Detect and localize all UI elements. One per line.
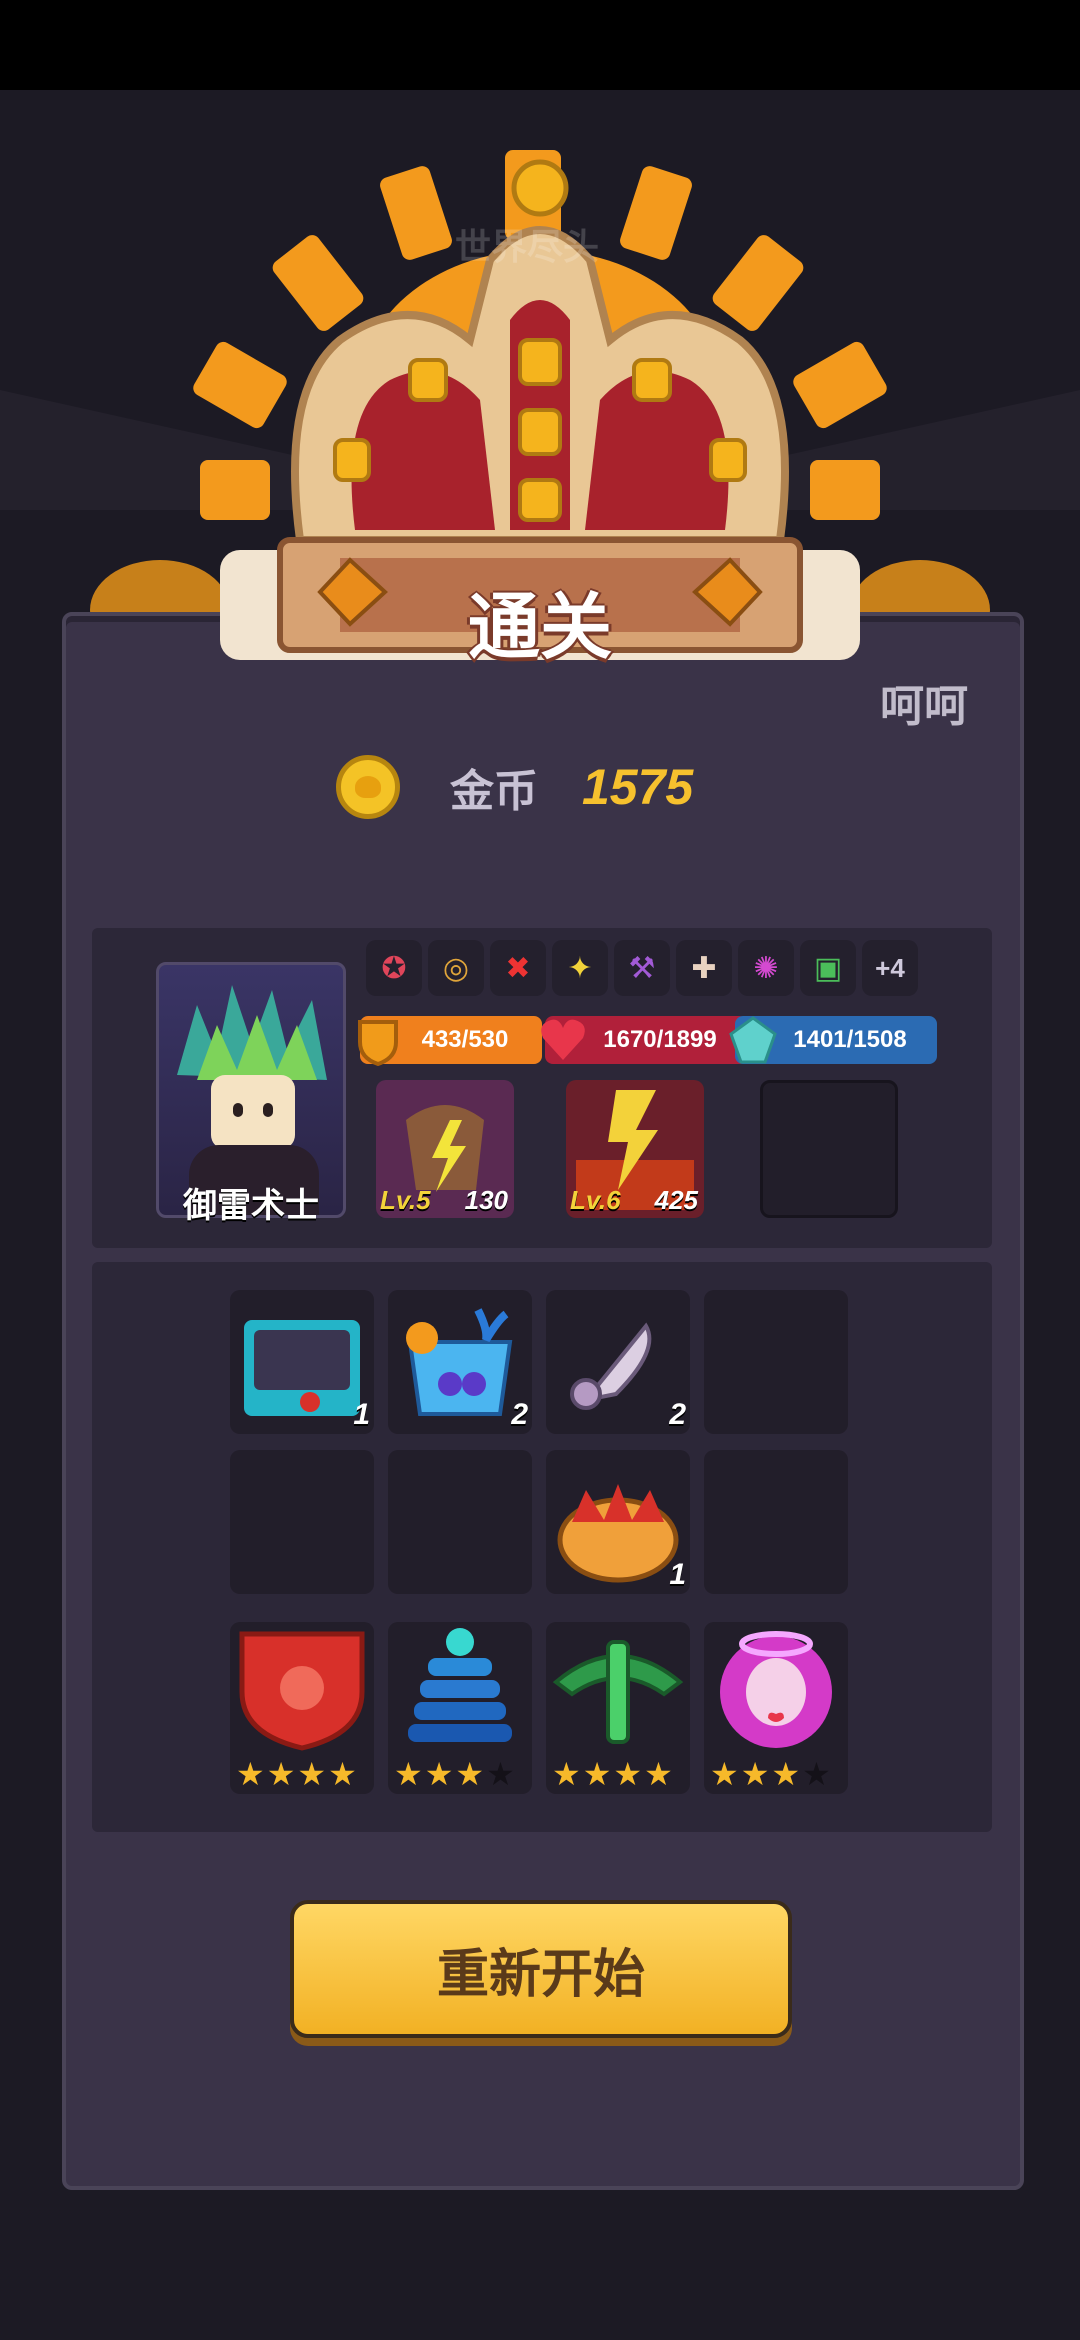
- skill-level: Lv.6: [570, 1185, 621, 1215]
- blue-tower-icon: [408, 1628, 512, 1742]
- coin-icon: [336, 755, 400, 819]
- heart-icon: [541, 1019, 585, 1060]
- relic-3[interactable]: ★ ★ ★ ★: [546, 1622, 690, 1794]
- cross-shield-buff-icon[interactable]: ✖: [490, 940, 546, 996]
- restart-button[interactable]: 重新开始: [290, 1900, 792, 2038]
- star-filled-icon: ★: [236, 1756, 265, 1792]
- buff-list: ✪ ◎ ✖ ✦ ⚒ ✚ ✺ ▣ +4: [366, 940, 918, 996]
- stage-clear-title: 通关: [467, 588, 612, 668]
- item-count: 1: [353, 1398, 370, 1431]
- hp-stat: 1670/1899: [541, 1012, 747, 1068]
- star-filled-icon: ★: [266, 1756, 296, 1792]
- pentagram-buff-icon[interactable]: ✪: [366, 940, 422, 996]
- skill-slot-2[interactable]: Lv.6 425: [566, 1080, 704, 1218]
- item-count: 1: [669, 1558, 686, 1591]
- item-slot-empty[interactable]: [230, 1450, 374, 1594]
- axe-buff-icon[interactable]: ⚒: [614, 940, 670, 996]
- star-filled-icon: ★: [644, 1756, 673, 1792]
- relic-1[interactable]: ★ ★ ★ ★: [230, 1622, 374, 1794]
- star-empty-icon: ★: [486, 1756, 515, 1792]
- status-bar: [0, 0, 1080, 90]
- more-buffs-button[interactable]: +4: [862, 940, 918, 996]
- item-slot-4[interactable]: 1: [546, 1450, 690, 1594]
- ring-buff-icon[interactable]: ◎: [428, 940, 484, 996]
- star-filled-icon: ★: [740, 1756, 770, 1792]
- item-slot-3[interactable]: 2: [546, 1290, 690, 1434]
- star-empty-icon: ★: [802, 1756, 831, 1792]
- watermark-right: 呵呵: [880, 682, 968, 731]
- crystal-icon: [729, 1016, 777, 1064]
- skill-level: Lv.5: [380, 1185, 431, 1215]
- wand-buff-icon[interactable]: ✦: [552, 940, 608, 996]
- relic-2[interactable]: ★ ★ ★ ★: [388, 1622, 532, 1794]
- coin-summary: 金币 1575: [336, 752, 693, 822]
- relic-stars: ★ ★ ★ ★: [710, 1758, 831, 1790]
- item-slot-1[interactable]: 1: [230, 1290, 374, 1434]
- inventory-section: [92, 1262, 992, 1832]
- rune-buff-icon[interactable]: ✺: [738, 940, 794, 996]
- star-filled-icon: ★: [424, 1756, 454, 1792]
- item-slot-empty[interactable]: [704, 1450, 848, 1594]
- relic-stars: ★ ★ ★ ★: [552, 1758, 673, 1790]
- angel-girl-icon: [720, 1631, 832, 1748]
- card-buff-icon[interactable]: ▣: [800, 940, 856, 996]
- armor-stat: 433/530: [358, 1012, 542, 1068]
- star-filled-icon: ★: [455, 1756, 485, 1792]
- item-count: 2: [669, 1398, 686, 1431]
- item-slot-2[interactable]: 2: [388, 1290, 532, 1434]
- item-slot-empty[interactable]: [388, 1450, 532, 1594]
- star-filled-icon: ★: [328, 1756, 357, 1792]
- red-shield-icon: [239, 1631, 365, 1751]
- hero-eye-left: [233, 1103, 243, 1117]
- holy-cross-buff-icon[interactable]: ✚: [676, 940, 732, 996]
- coin-label: 金币: [450, 767, 538, 816]
- star-filled-icon: ★: [394, 1756, 423, 1792]
- item-count: 2: [511, 1398, 528, 1431]
- star-filled-icon: ★: [710, 1756, 739, 1792]
- star-filled-icon: ★: [771, 1756, 801, 1792]
- green-crossbow-icon: [552, 1640, 684, 1744]
- star-filled-icon: ★: [582, 1756, 612, 1792]
- skill-points: 130: [464, 1185, 508, 1215]
- coin-value: 1575: [582, 759, 694, 815]
- shield-icon: [358, 1020, 398, 1066]
- star-filled-icon: ★: [613, 1756, 643, 1792]
- skill-slot-empty[interactable]: [760, 1080, 898, 1218]
- item-slot-empty[interactable]: [704, 1290, 848, 1434]
- hero-eye-right: [263, 1103, 273, 1117]
- mana-stat: 1401/1508: [729, 1012, 937, 1068]
- hero-face: [211, 1075, 295, 1149]
- watermark-top: 世界尽头: [455, 226, 600, 267]
- skill-slot-1[interactable]: Lv.5 130: [376, 1080, 514, 1218]
- relic-4[interactable]: ★ ★ ★ ★: [704, 1622, 848, 1794]
- skill-points: 425: [654, 1185, 698, 1215]
- star-filled-icon: ★: [552, 1756, 581, 1792]
- star-filled-icon: ★: [297, 1756, 327, 1792]
- relic-stars: ★ ★ ★ ★: [236, 1758, 357, 1790]
- relic-stars: ★ ★ ★ ★: [394, 1758, 515, 1790]
- hero-name: 御雷术士: [183, 1187, 319, 1225]
